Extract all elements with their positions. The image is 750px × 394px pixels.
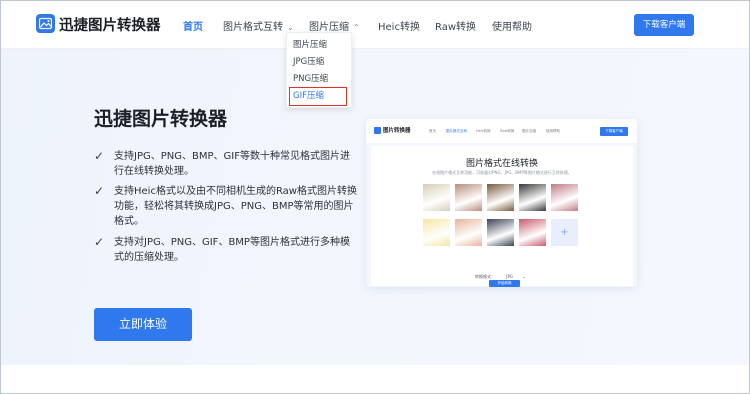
preview-nav-item: 使用帮助 <box>546 129 560 133</box>
preview-thumbnail <box>423 184 450 211</box>
preview-nav-item: 首页 <box>429 129 436 133</box>
feature-text: 支持对JPG、PNG、GIF、BMP等图片格式进行多种模式的压缩处理。 <box>114 237 350 263</box>
chevron-down-icon: ⌄ <box>287 23 294 32</box>
download-client-button[interactable]: 下载客户端 <box>634 14 694 36</box>
chevron-up-icon: ⌃ <box>353 23 360 32</box>
preview-format-label: 转换格式： <box>475 274 495 279</box>
nav-home[interactable]: 首页 <box>183 18 203 33</box>
preview-nav-item: 图片压缩 <box>522 129 536 133</box>
preview-thumbnail <box>455 219 482 246</box>
preview-start-button: 开始转换 <box>489 280 520 287</box>
preview-converter-box: 图片格式在线转换 在线图片格式互转功能，可批量对PNG、JPG、BMP等图片格式… <box>371 146 633 287</box>
check-icon: ✓ <box>94 184 105 198</box>
preview-nav-item: Heic转换 <box>476 129 491 133</box>
preview-thumbnail <box>519 219 546 246</box>
preview-subtitle: 在线图片格式互转功能，可批量对PNG、JPG、BMP等图片格式进行互转处理。 <box>432 170 572 175</box>
top-nav: 迅捷图片转换器 首页 图片格式互转 ⌄ 图片压缩 ⌃ Heic转换 Raw转换 使用… <box>1 1 749 49</box>
preview-logo-icon <box>374 127 381 134</box>
preview-title: 图片格式在线转换 <box>465 159 538 169</box>
preview-download-button: 下载客户端 <box>600 127 628 136</box>
compress-dropdown-menu: 图片压缩 JPG压缩 PNG压缩 GIF压缩 <box>286 32 352 108</box>
nav-format-convert-label: 图片格式互转 <box>223 22 283 33</box>
feature-text: 支持Heic格式以及由不同相机生成的Raw格式图片转换功能，轻松将其转换成JPG… <box>114 186 357 227</box>
nav-compress[interactable]: 图片压缩 ⌃ <box>309 18 360 33</box>
preview-thumbnail <box>487 184 514 211</box>
try-now-button[interactable]: 立即体验 <box>94 308 192 341</box>
preview-format-value: JPG <box>506 274 513 279</box>
dropdown-item-image-compress[interactable]: 图片压缩 <box>293 38 327 50</box>
dropdown-item-jpg-compress[interactable]: JPG压缩 <box>293 55 324 67</box>
check-icon: ✓ <box>94 149 105 163</box>
nav-raw[interactable]: Raw转换 <box>435 18 476 33</box>
dropdown-item-png-compress[interactable]: PNG压缩 <box>293 72 328 84</box>
preview-nav: 图片转换器 首页 图片格式互转 Heic转换 Raw转换 图片压缩 使用帮助 下… <box>366 119 637 144</box>
nav-help[interactable]: 使用帮助 <box>492 18 532 33</box>
brand-name[interactable]: 迅捷图片转换器 <box>59 14 161 35</box>
preview-nav-item: 图片格式互转 <box>446 129 467 133</box>
preview-nav-item: Raw转换 <box>500 129 515 133</box>
preview-chevron-down-icon: ⌄ <box>522 274 526 279</box>
preview-thumbnail <box>455 184 482 211</box>
preview-thumbnail <box>519 184 546 211</box>
nav-heic[interactable]: Heic转换 <box>378 18 420 33</box>
browser-frame: 迅捷图片转换器 首页 图片格式互转 ⌄ 图片压缩 ⌃ Heic转换 Raw转换 使用… <box>0 0 750 394</box>
logo-icon[interactable] <box>36 14 55 33</box>
preview-add-icon: + <box>551 219 578 246</box>
highlight-box <box>289 87 347 106</box>
preview-thumbnail <box>487 219 514 246</box>
nav-format-convert[interactable]: 图片格式互转 ⌄ <box>223 18 294 33</box>
check-icon: ✓ <box>94 235 105 249</box>
preview-panel: 图片格式在线转换 在线图片格式互转功能，可批量对PNG、JPG、BMP等图片格式… <box>366 143 637 287</box>
app-preview-image: 图片转换器 首页 图片格式互转 Heic转换 Raw转换 图片压缩 使用帮助 下… <box>366 119 637 287</box>
feature-text: 支持JPG、PNG、BMP、GIF等数十种常见格式图片进行在线转换处理。 <box>114 151 350 177</box>
preview-brand: 图片转换器 <box>383 128 411 134</box>
hero-title: 迅捷图片转换器 <box>94 108 228 130</box>
preview-thumbnail <box>423 219 450 246</box>
preview-thumbnail <box>551 184 578 211</box>
